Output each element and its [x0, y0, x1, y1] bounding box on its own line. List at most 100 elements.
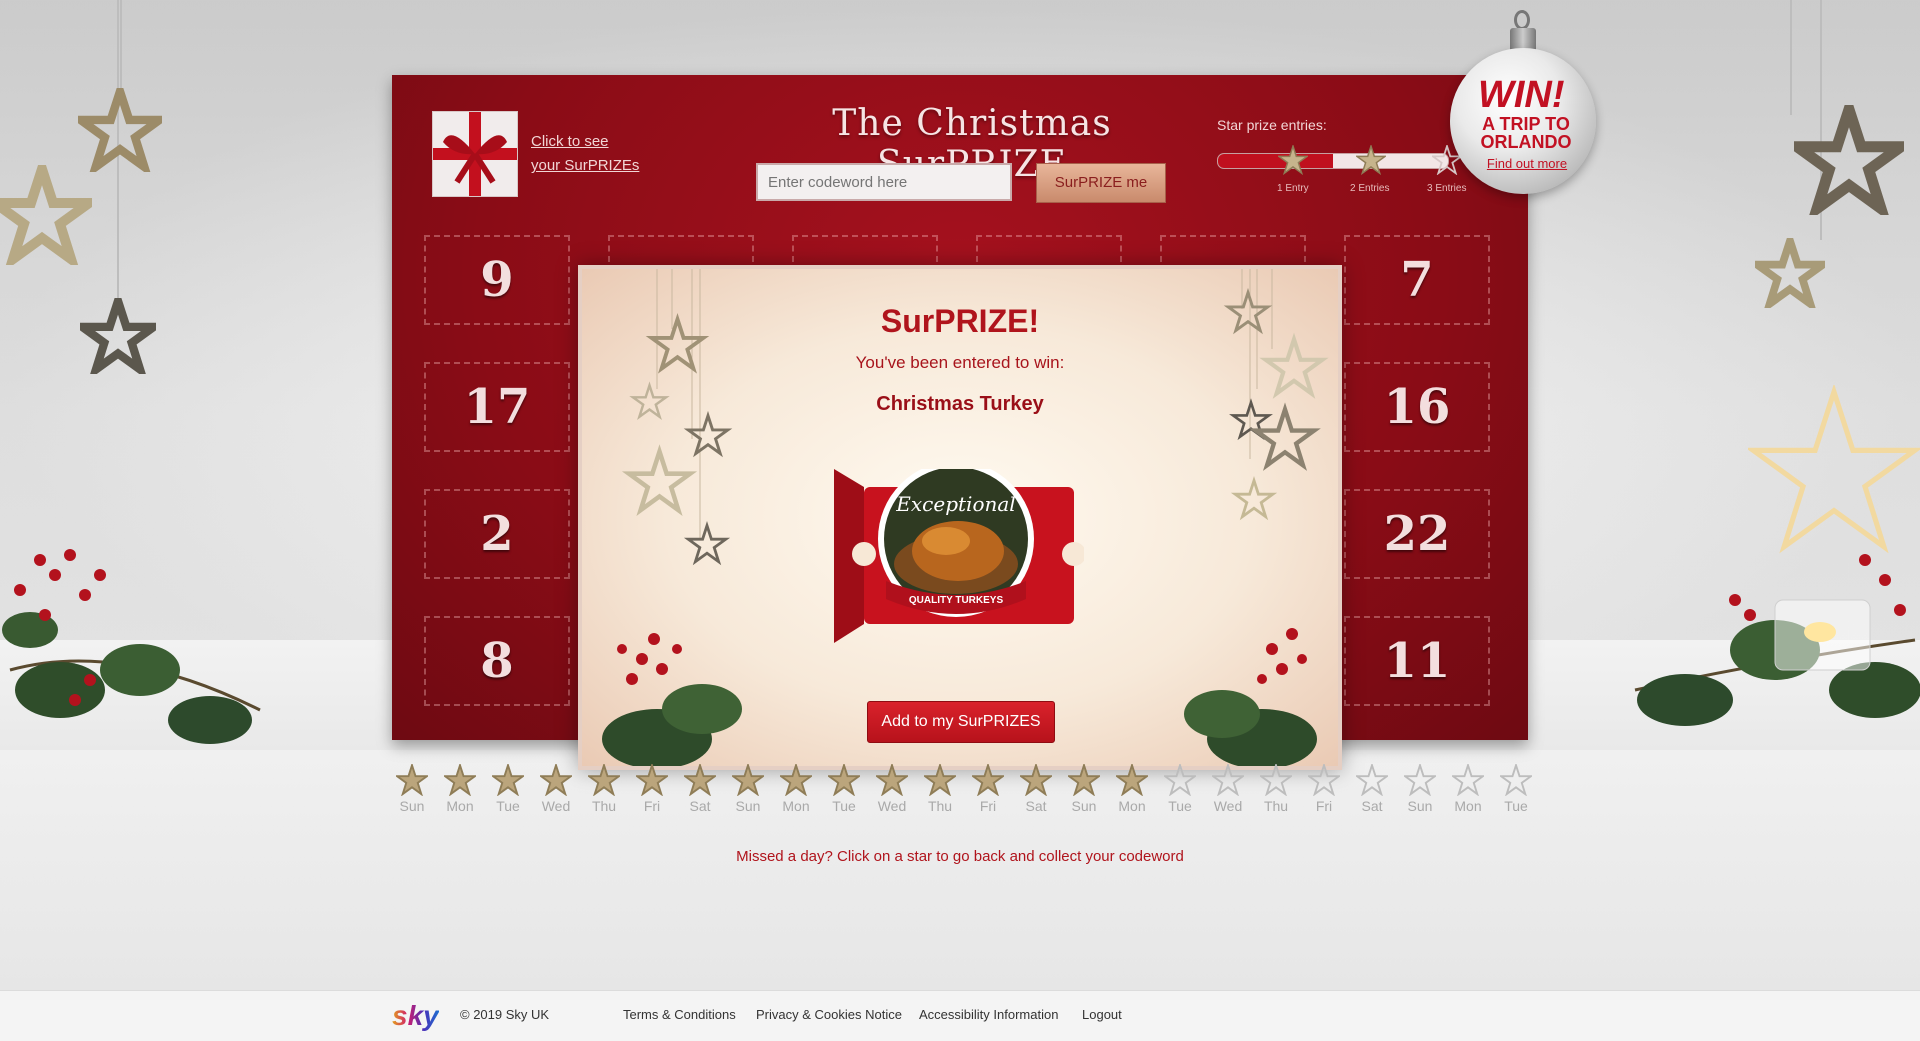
star-icon: [1500, 764, 1532, 796]
day-label: Wed: [541, 798, 571, 814]
day-label: Thu: [591, 798, 617, 814]
day-star-10[interactable]: Tue: [822, 764, 866, 814]
see-link-line2: your SurPRIZEs: [531, 157, 640, 174]
day-star-4[interactable]: Wed: [534, 764, 578, 814]
calendar-header: Click to see your SurPRIZEs The Christma…: [392, 75, 1528, 210]
star-icon: [1452, 764, 1484, 796]
day-star-1[interactable]: Sun: [390, 764, 434, 814]
calendar-door[interactable]: 22: [1344, 489, 1490, 579]
calendar-door[interactable]: 17: [424, 362, 570, 452]
star-icon: [684, 764, 716, 796]
entry-star-icon: [1354, 143, 1388, 180]
add-to-surprizes-button[interactable]: Add to my SurPRIZES: [867, 701, 1055, 743]
day-label: Tue: [1168, 798, 1192, 814]
day-label: Tue: [832, 798, 856, 814]
day-star-18[interactable]: Wed: [1206, 764, 1250, 814]
codeword-input[interactable]: [756, 163, 1012, 201]
star-icon: [828, 764, 860, 796]
day-label: Tue: [496, 798, 520, 814]
win-line3: ORLANDO: [1480, 132, 1572, 152]
day-star-9[interactable]: Mon: [774, 764, 818, 814]
day-label: Sun: [1407, 798, 1433, 814]
star-icon: [876, 764, 908, 796]
ornament-ring: [1514, 10, 1530, 30]
star-icon: [1356, 764, 1388, 796]
day-star-22[interactable]: Sun: [1398, 764, 1442, 814]
hanging-star-icon: [78, 88, 162, 172]
star-icon: [924, 764, 956, 796]
day-star-17[interactable]: Tue: [1158, 764, 1202, 814]
see-surprizes-link[interactable]: Click to see your SurPRIZEs: [531, 130, 639, 178]
day-label: Mon: [782, 798, 810, 814]
day-star-15[interactable]: Sun: [1062, 764, 1106, 814]
terms-link[interactable]: Terms & Conditions: [623, 1007, 736, 1022]
day-star-2[interactable]: Mon: [438, 764, 482, 814]
day-star-11[interactable]: Wed: [870, 764, 914, 814]
star-icon: [540, 764, 572, 796]
day-star-19[interactable]: Thu: [1254, 764, 1298, 814]
star-icon: [780, 764, 812, 796]
day-label: Fri: [1315, 798, 1333, 814]
star-icon: [636, 764, 668, 796]
star-icon: [972, 764, 1004, 796]
calendar-door[interactable]: 8: [424, 616, 570, 706]
day-star-8[interactable]: Sun: [726, 764, 770, 814]
day-label: Thu: [927, 798, 953, 814]
star-icon: [588, 764, 620, 796]
win-heading: WIN!: [1478, 74, 1565, 116]
modal-subtitle: You've been entered to win:: [855, 353, 1065, 372]
ticket-text-exceptional: Exceptional: [895, 492, 1015, 516]
day-star-24[interactable]: Tue: [1494, 764, 1538, 814]
day-label: Sun: [399, 798, 425, 814]
gift-box-icon[interactable]: [432, 111, 518, 197]
string: [120, 0, 122, 100]
day-star-3[interactable]: Tue: [486, 764, 530, 814]
string: [1790, 0, 1792, 115]
holly-decoration-right: [1625, 520, 1920, 755]
ticket-text-quality: QUALITY TURKEYS: [909, 595, 1004, 606]
sky-logo[interactable]: sky: [392, 1000, 439, 1032]
day-star-21[interactable]: Sat: [1350, 764, 1394, 814]
day-star-12[interactable]: Thu: [918, 764, 962, 814]
day-star-16[interactable]: Mon: [1110, 764, 1154, 814]
hanging-star-icon: [0, 165, 92, 265]
privacy-link[interactable]: Privacy & Cookies Notice: [756, 1007, 902, 1022]
prize-ticket-image: Exceptional QUALITY TURKEYS: [834, 461, 1086, 649]
day-star-23[interactable]: Mon: [1446, 764, 1490, 814]
entry-label-2: 2 Entries: [1350, 183, 1390, 194]
star-icon: [1404, 764, 1436, 796]
day-label: Sat: [1025, 798, 1047, 814]
entry-star-icon: [1276, 143, 1310, 180]
day-star-5[interactable]: Thu: [582, 764, 626, 814]
win-subheading: A TRIP TO ORLANDO: [1478, 115, 1574, 151]
star-icon: [396, 764, 428, 796]
hanging-star-icon: [80, 298, 156, 374]
calendar-door[interactable]: 7: [1344, 235, 1490, 325]
missed-day-text: Missed a day? Click on a star to go back…: [736, 848, 1184, 865]
day-star-6[interactable]: Fri: [630, 764, 674, 814]
day-star-13[interactable]: Fri: [966, 764, 1010, 814]
calendar-door[interactable]: 16: [1344, 362, 1490, 452]
copyright: © 2019 Sky UK: [460, 1007, 550, 1022]
star-icon: [1116, 764, 1148, 796]
day-label: Fri: [979, 798, 997, 814]
win-orlando-ornament[interactable]: WIN! A TRIP TO ORLANDO Find out more: [1450, 10, 1598, 194]
day-label: Mon: [1118, 798, 1146, 814]
calendar-door[interactable]: 11: [1344, 616, 1490, 706]
day-star-20[interactable]: Fri: [1302, 764, 1346, 814]
surprize-me-button[interactable]: SurPRIZE me: [1036, 163, 1166, 203]
entry-label-1: 1 Entry: [1277, 183, 1309, 194]
star-icon: [1020, 764, 1052, 796]
day-star-7[interactable]: Sat: [678, 764, 722, 814]
calendar-door[interactable]: 2: [424, 489, 570, 579]
day-star-14[interactable]: Sat: [1014, 764, 1058, 814]
find-out-more-link[interactable]: Find out more: [1482, 156, 1572, 171]
see-link-line1: Click to see: [531, 133, 609, 150]
surprize-modal: SurPRIZE! You've been entered to win: Ch…: [578, 265, 1342, 770]
day-label: Sat: [689, 798, 711, 814]
logout-link[interactable]: Logout: [1082, 1007, 1122, 1022]
hanging-star-icon: [1755, 238, 1825, 308]
accessibility-link[interactable]: Accessibility Information: [919, 1007, 1058, 1022]
entries-progress-bar: [1217, 153, 1449, 169]
calendar-door[interactable]: 9: [424, 235, 570, 325]
